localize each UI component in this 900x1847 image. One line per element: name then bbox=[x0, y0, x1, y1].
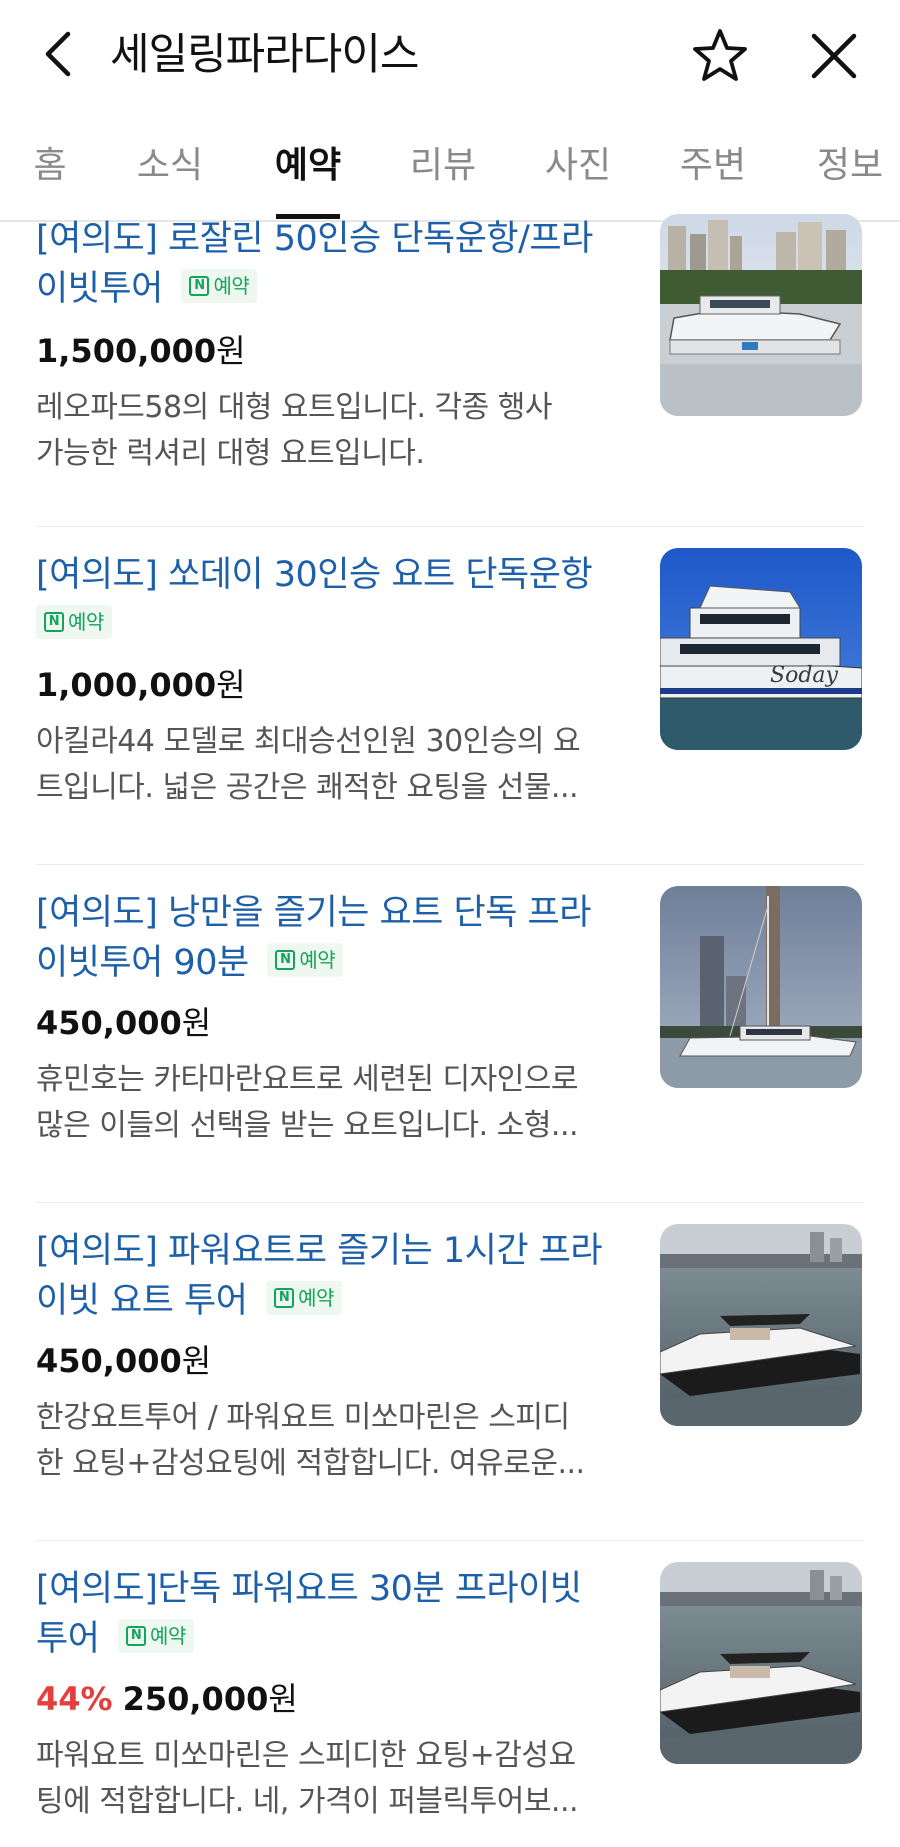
divider bbox=[36, 1202, 864, 1203]
tab-nearby[interactable]: 주변 bbox=[680, 142, 746, 190]
item-title[interactable]: [여의도] 파워요트로 즐기는 1시간 프라 이빗 요트 투어 N 예약 bbox=[36, 1226, 626, 1326]
booking-badge: N 예약 bbox=[36, 605, 112, 639]
item-title[interactable]: [여의도] 로잘린 50인승 단독운항/프라 이빗투어 N 예약 bbox=[36, 214, 626, 314]
divider bbox=[36, 1540, 864, 1541]
soday-yacht-photo[interactable]: Soday bbox=[660, 548, 862, 750]
item-title[interactable]: [여의도] 낭만을 즐기는 요트 단독 프라 이빗투어 90분 N 예약 bbox=[36, 888, 626, 988]
tab-photos[interactable]: 사진 bbox=[545, 142, 611, 190]
tab-bar: 홈 소식 예약 리뷰 사진 주변 정보 bbox=[0, 118, 900, 222]
item-price: 450,000원 bbox=[36, 1004, 212, 1042]
booking-badge: N 예약 bbox=[181, 269, 258, 303]
item-price: 44% 250,000원 bbox=[36, 1680, 298, 1718]
item-price: 1,000,000원 bbox=[36, 666, 246, 704]
tab-info[interactable]: 정보 bbox=[817, 142, 883, 190]
tab-reviews[interactable]: 리뷰 bbox=[410, 142, 476, 190]
favorite-button[interactable] bbox=[690, 26, 750, 86]
discount-rate: 44% bbox=[36, 1680, 113, 1718]
item-description: 레오파드58의 대형 요트입니다. 각종 행사 가능한 럭셔리 대형 요트입니다… bbox=[36, 390, 552, 471]
naver-n-icon: N bbox=[126, 1626, 147, 1646]
item-description: 한강요트투어 / 파워요트 미쏘마린은 스피디 한 요팅+감성요팅에 적합합니다… bbox=[36, 1400, 585, 1481]
star-outline-icon bbox=[693, 29, 747, 81]
tab-home[interactable]: 홈 bbox=[33, 142, 66, 190]
item-title[interactable]: [여의도] 쏘데이 30인승 요트 단독운항 N 예약 bbox=[36, 550, 626, 650]
divider bbox=[36, 864, 864, 865]
booking-badge: N 예약 bbox=[118, 1619, 194, 1653]
item-description: 휴민호는 카타마란요트로 세련된 디자인으로 많은 이들의 선택을 받는 요트입… bbox=[36, 1062, 579, 1143]
close-button[interactable] bbox=[806, 28, 862, 84]
chevron-left-icon bbox=[45, 31, 71, 77]
naver-n-icon: N bbox=[274, 1288, 295, 1308]
sailing-catamaran-photo[interactable] bbox=[660, 886, 862, 1088]
booking-badge: N 예약 bbox=[267, 943, 344, 977]
divider bbox=[36, 526, 864, 527]
naver-n-icon: N bbox=[189, 276, 210, 296]
tab-booking[interactable]: 예약 bbox=[275, 142, 341, 190]
booking-badge: N 예약 bbox=[266, 1281, 342, 1315]
item-price: 1,500,000원 bbox=[36, 332, 246, 370]
item-price: 450,000원 bbox=[36, 1342, 212, 1380]
close-icon bbox=[811, 33, 857, 79]
power-yacht-bridge-photo[interactable] bbox=[660, 1562, 862, 1764]
item-description: 아킬라44 모델로 최대승선인원 30인승의 요 트입니다. 넓은 공간은 쾌적… bbox=[36, 724, 581, 805]
item-title[interactable]: [여의도]단독 파워요트 30분 프라이빗 투어 N 예약 bbox=[36, 1564, 626, 1664]
power-yacht-bridge-photo[interactable] bbox=[660, 1224, 862, 1426]
page-title: 세일링파라다이스 bbox=[110, 30, 419, 80]
naver-n-icon: N bbox=[44, 612, 64, 632]
naver-n-icon: N bbox=[275, 950, 296, 970]
svg-text:Soday: Soday bbox=[770, 663, 839, 688]
yacht-catamaran-river-photo[interactable] bbox=[660, 214, 862, 416]
item-description: 파워요트 미쏘마린은 스피디한 요팅+감성요 팅에 적합합니다. 네, 가격이 … bbox=[36, 1738, 579, 1819]
back-button[interactable] bbox=[34, 28, 86, 80]
top-bar: 세일링파라다이스 bbox=[0, 0, 900, 112]
tab-news[interactable]: 소식 bbox=[137, 142, 203, 190]
